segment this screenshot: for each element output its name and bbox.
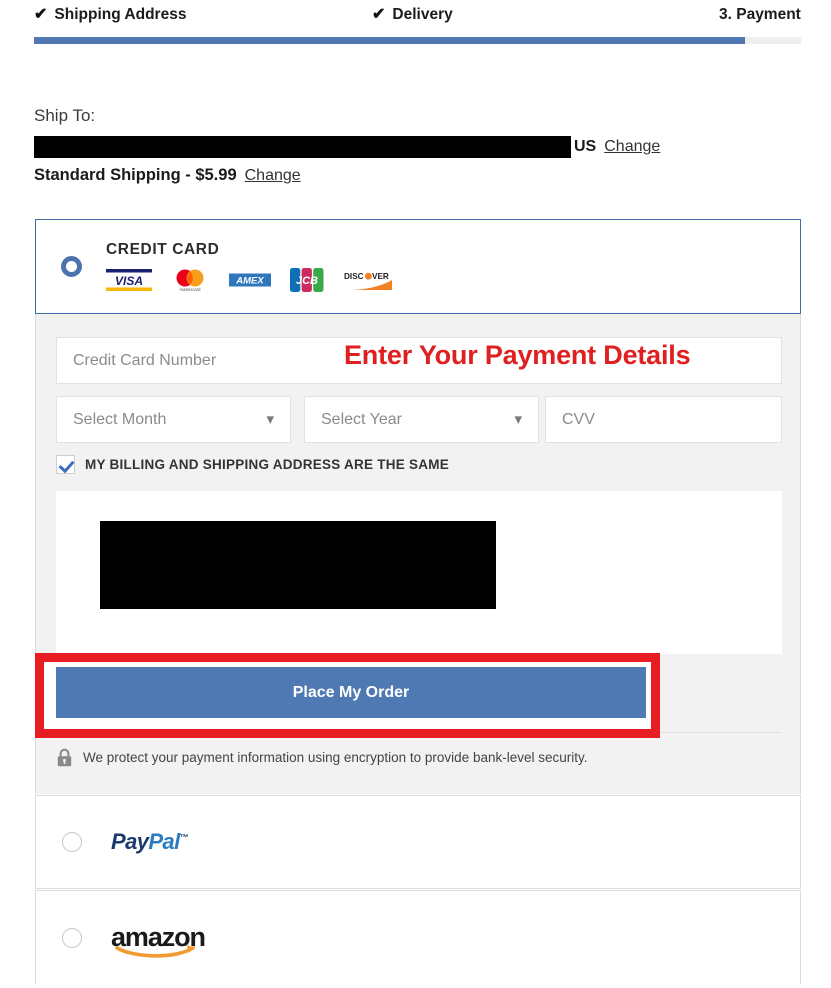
expiry-month-value: Select Month: [73, 410, 167, 428]
svg-text:JCB: JCB: [296, 275, 318, 287]
paypal-logo: PayPal™: [111, 829, 189, 854]
check-icon: ✔: [372, 6, 386, 23]
expiry-year-select[interactable]: Select Year ▾: [304, 396, 539, 443]
discover-icon: DISC VER: [344, 272, 392, 290]
step-label: 3. Payment: [719, 6, 801, 23]
billing-same-label: MY BILLING AND SHIPPING ADDRESS ARE THE …: [85, 457, 450, 472]
place-my-order-button[interactable]: Place My Order: [56, 667, 646, 718]
step-delivery[interactable]: ✔ Delivery: [372, 6, 453, 24]
change-shipping-link[interactable]: Change: [245, 167, 301, 185]
progress-fill: [34, 37, 745, 44]
credit-card-radio[interactable]: [61, 256, 82, 277]
ship-to-label: Ship To:: [34, 106, 96, 125]
lock-icon: [57, 748, 72, 767]
amazon-radio[interactable]: [62, 927, 82, 948]
paypal-logo-text-2: Pal: [148, 829, 180, 854]
amazon-logo: amazon: [111, 924, 206, 958]
svg-text:AMEX: AMEX: [235, 276, 264, 287]
accepted-cards: VISA mastercard AMEX JCB DISC VER: [106, 268, 392, 292]
security-note-text: We protect your payment information usin…: [83, 750, 588, 765]
billing-same-as-shipping-row[interactable]: MY BILLING AND SHIPPING ADDRESS ARE THE …: [56, 455, 449, 474]
billing-address-panel: [56, 491, 782, 654]
step-shipping-address[interactable]: ✔ Shipping Address: [34, 6, 186, 24]
visa-icon: VISA: [106, 269, 152, 291]
check-icon: ✔: [34, 6, 48, 23]
svg-text:VISA: VISA: [115, 274, 143, 288]
shipping-method-text: Standard Shipping - $5.99: [34, 166, 237, 184]
paypal-trademark: ™: [179, 832, 189, 843]
credit-card-title: CREDIT CARD: [106, 241, 220, 258]
amazon-pay-option[interactable]: amazon: [35, 890, 801, 984]
paypal-radio[interactable]: [62, 832, 82, 852]
shipping-method-row: Standard Shipping - $5.99 Change: [34, 166, 301, 185]
country-code: US: [574, 138, 597, 155]
svg-text:DISC: DISC: [344, 272, 364, 281]
payment-details-annotation: Enter Your Payment Details: [344, 340, 691, 370]
step-label: Delivery: [392, 6, 453, 23]
chevron-down-icon: ▾: [514, 410, 522, 428]
jcb-icon: JCB: [290, 268, 324, 292]
svg-text:mastercard: mastercard: [180, 287, 202, 292]
credit-card-header: CREDIT CARD VISA mastercard AMEX JCB DIS…: [106, 241, 392, 292]
credit-card-option[interactable]: CREDIT CARD VISA mastercard AMEX JCB DIS…: [35, 219, 801, 314]
paypal-option[interactable]: PayPal™: [35, 795, 801, 889]
redacted-address-bar: [34, 136, 571, 158]
change-address-link[interactable]: Change: [604, 138, 660, 156]
expiry-month-select[interactable]: Select Month ▾: [56, 396, 291, 443]
expiry-year-value: Select Year: [321, 410, 402, 428]
cvv-input[interactable]: CVV: [545, 396, 782, 443]
step-payment: 3. Payment: [719, 6, 801, 24]
progress-track: [34, 37, 801, 44]
amex-icon: AMEX: [228, 271, 272, 289]
security-note: We protect your payment information usin…: [56, 748, 588, 767]
shipping-address-row: US Change: [34, 136, 660, 158]
step-label: Shipping Address: [54, 6, 187, 23]
redacted-billing-address: [100, 521, 496, 609]
checkout-stepper: ✔ Shipping Address ✔ Delivery 3. Payment: [0, 0, 831, 44]
paypal-logo-text-1: Pay: [111, 829, 149, 854]
amazon-smile-icon: [115, 945, 195, 958]
billing-same-checkbox[interactable]: [56, 455, 75, 474]
mastercard-icon: mastercard: [176, 269, 204, 292]
svg-text:VER: VER: [372, 272, 389, 281]
chevron-down-icon: ▾: [266, 410, 274, 428]
